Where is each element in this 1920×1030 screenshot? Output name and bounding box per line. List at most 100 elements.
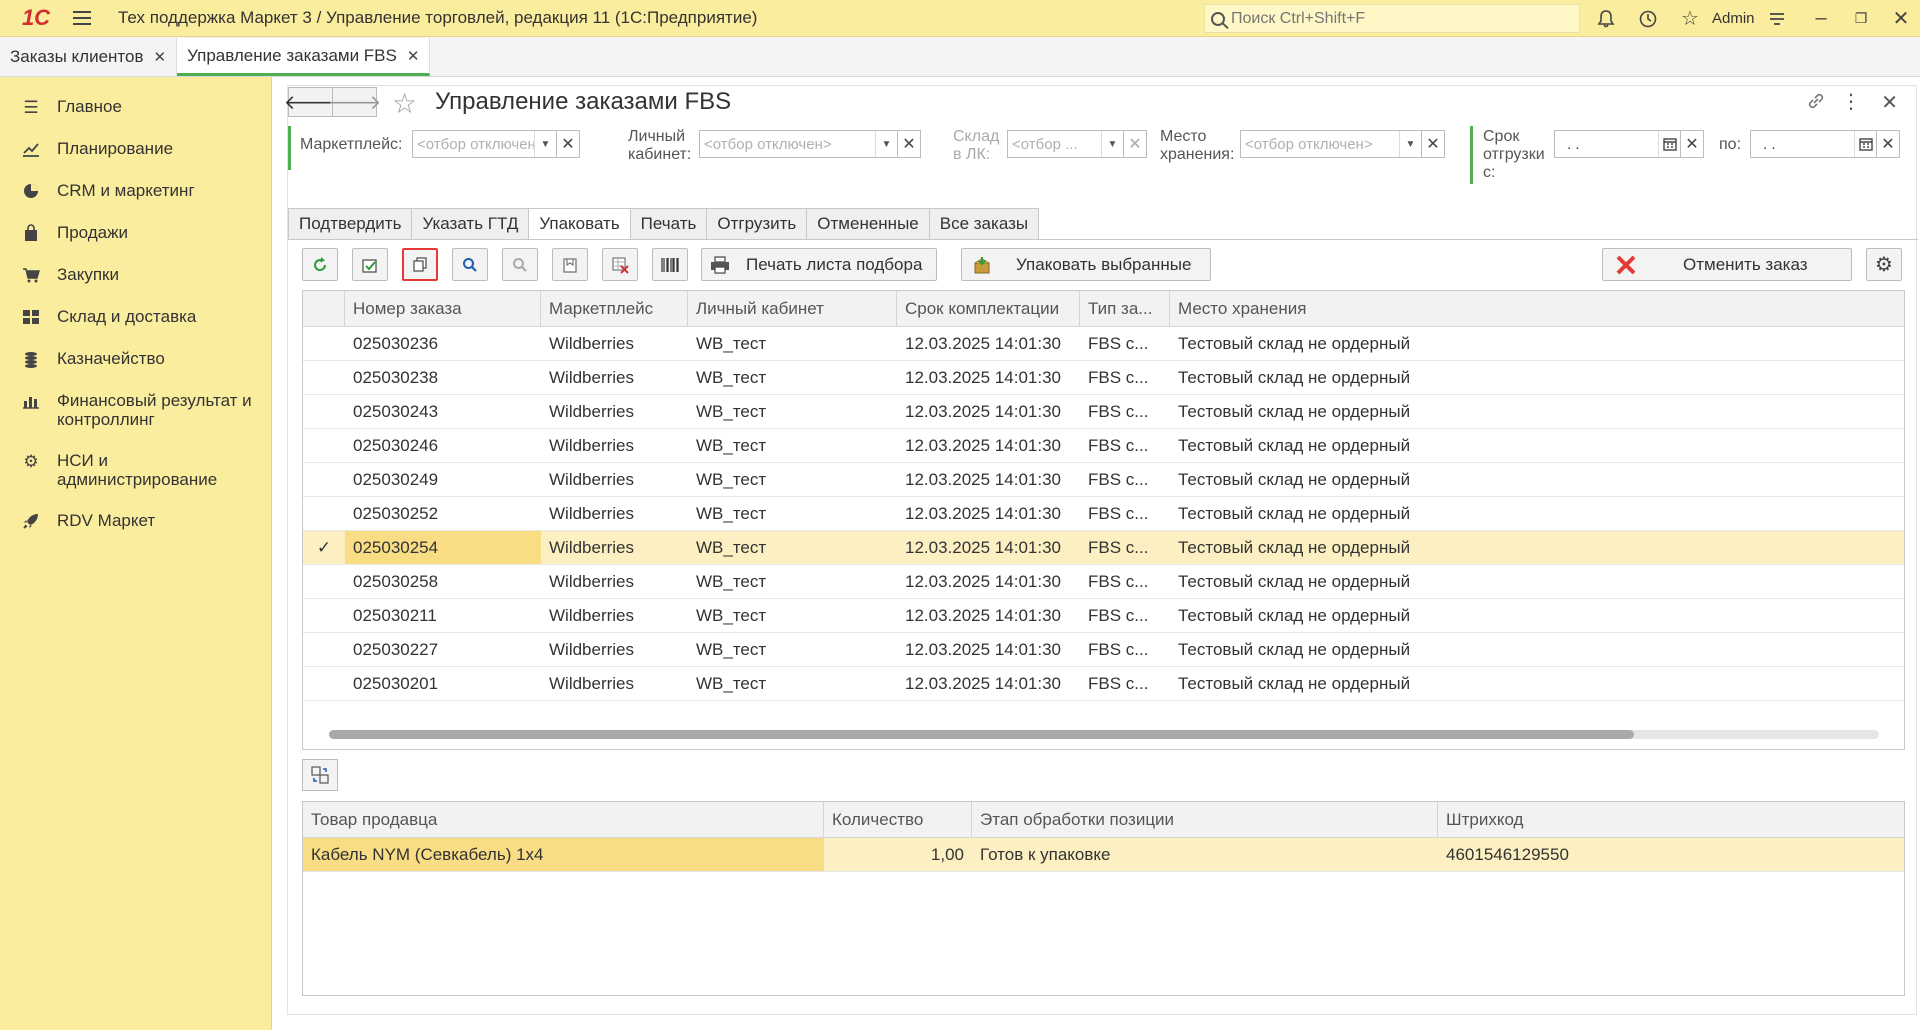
tab-all-orders[interactable]: Все заказы [928, 208, 1040, 240]
sidebar-item-admin[interactable]: ⚙ НСИ и администрирование [0, 439, 271, 499]
scrollbar-thumb[interactable] [329, 730, 1634, 739]
tab-confirm[interactable]: Подтвердить [288, 208, 413, 240]
search-button[interactable] [452, 248, 488, 281]
minimize-icon[interactable]: – [1806, 4, 1836, 33]
close-tab-icon[interactable]: ✕ [154, 48, 167, 66]
check-all-button[interactable] [352, 248, 388, 281]
settings-button[interactable]: ⚙ [1866, 248, 1902, 281]
table-row[interactable]: Кабель NYM (Севкабель) 1х4 1,00 Готов к уп… [303, 838, 1904, 872]
storage-clear-button[interactable]: ✕ [1421, 130, 1445, 158]
tab-ship[interactable]: Отгрузить [706, 208, 808, 240]
table-row[interactable]: 025030211 Wildberries WB_тест 12.03.2025 14… [303, 599, 1904, 633]
marketplace-filter-field[interactable]: <отбор отключен> ▼ [412, 130, 557, 158]
chevron-down-icon[interactable]: ▼ [875, 131, 897, 157]
column-header[interactable]: Товар продавца [303, 802, 824, 837]
table-row[interactable]: 025030227 Wildberries WB_тест 12.03.2025 14… [303, 633, 1904, 667]
table-row[interactable]: 025030238 Wildberries WB_тест 12.03.2025 14… [303, 361, 1904, 395]
tab-cancelled[interactable]: Отмененные [806, 208, 930, 240]
sidebar-item-crm[interactable]: CRM и маркетинг [0, 169, 271, 211]
sidebar-item-sales[interactable]: Продажи [0, 211, 271, 253]
row-check-cell[interactable] [303, 429, 345, 462]
refresh-button[interactable] [302, 248, 338, 281]
sidebar-item-planning[interactable]: Планирование [0, 127, 271, 169]
pack-selected-button[interactable]: Упаковать выбранные [961, 248, 1211, 281]
row-check-cell[interactable] [303, 667, 345, 700]
calendar-icon[interactable] [1658, 131, 1680, 157]
settings-menu-icon[interactable] [1762, 4, 1792, 33]
calendar-icon[interactable] [1854, 131, 1876, 157]
barcode-button[interactable] [652, 248, 688, 281]
row-check-cell[interactable]: ✓ [303, 531, 345, 564]
table-row[interactable]: 025030243 Wildberries WB_тест 12.03.2025 14… [303, 395, 1904, 429]
table-row[interactable]: 025030258 Wildberries WB_тест 12.03.2025 14… [303, 565, 1904, 599]
cancel-order-button[interactable]: Отменить заказ [1602, 248, 1852, 281]
sidebar-item-main[interactable]: ☰ Главное [0, 85, 271, 127]
app-logo[interactable]: 1С [10, 0, 62, 37]
row-check-cell[interactable] [303, 497, 345, 530]
search-box[interactable] [1204, 4, 1580, 33]
tab-specify-gtd[interactable]: Указать ГТД [411, 208, 530, 240]
column-header[interactable]: Номер заказа [345, 291, 541, 326]
table-row[interactable]: 025030246 Wildberries WB_тест 12.03.2025 14… [303, 429, 1904, 463]
column-header[interactable]: Количество [824, 802, 972, 837]
tab-print[interactable]: Печать [629, 208, 708, 240]
warehouse-filter-field[interactable]: <отбор ... ▼ [1007, 130, 1124, 158]
main-menu-icon[interactable] [66, 0, 98, 37]
column-header[interactable]: Этап обработки позиции [972, 802, 1438, 837]
history-icon[interactable] [1633, 4, 1663, 33]
cabinet-filter-field[interactable]: <отбор отключен> ▼ [699, 130, 898, 158]
close-form-icon[interactable]: ✕ [1881, 90, 1898, 115]
warehouse-clear-button[interactable]: ✕ [1123, 130, 1147, 158]
row-check-cell[interactable] [303, 395, 345, 428]
back-button[interactable]: 🡐 [284, 87, 337, 117]
tab-pack[interactable]: Упаковать [528, 208, 631, 240]
sidebar-item-rdv-market[interactable]: RDV Маркет [0, 499, 271, 541]
table-row[interactable]: ✓ 025030254 Wildberries WB_тест 12.03.2025 1… [303, 531, 1904, 565]
link-icon[interactable] [1806, 91, 1826, 117]
search-input[interactable] [1231, 9, 1531, 28]
storage-filter-field[interactable]: <отбор отключен> ▼ [1240, 130, 1422, 158]
delete-mark-button[interactable] [602, 248, 638, 281]
cabinet-clear-button[interactable]: ✕ [897, 130, 921, 158]
ship-from-date-field[interactable]: . . [1554, 130, 1681, 158]
row-check-cell[interactable] [303, 361, 345, 394]
column-header[interactable]: Тип за... [1080, 291, 1170, 326]
row-check-cell[interactable] [303, 463, 345, 496]
row-check-cell[interactable] [303, 599, 345, 632]
sidebar-item-warehouse[interactable]: Склад и доставка [0, 295, 271, 337]
column-header[interactable]: Личный кабинет [688, 291, 897, 326]
ship-from-clear-button[interactable]: ✕ [1680, 130, 1704, 158]
search-cancel-button[interactable] [502, 248, 538, 281]
favorites-star-icon[interactable]: ☆ [1675, 4, 1705, 33]
sidebar-item-finance[interactable]: Финансовый результат и контроллинг [0, 379, 271, 439]
ship-to-clear-button[interactable]: ✕ [1876, 130, 1900, 158]
close-tab-icon[interactable]: ✕ [407, 47, 420, 65]
table-row[interactable]: 025030252 Wildberries WB_тест 12.03.2025 14… [303, 497, 1904, 531]
package-button[interactable] [552, 248, 588, 281]
copy-button[interactable] [402, 248, 438, 281]
chevron-down-icon[interactable]: ▼ [1399, 131, 1421, 157]
bell-icon[interactable] [1591, 4, 1621, 33]
forward-button[interactable]: 🡒 [328, 87, 381, 117]
user-name[interactable]: Admin [1712, 10, 1755, 27]
more-icon[interactable]: ⋮ [1841, 89, 1861, 114]
column-header[interactable]: Маркетплейс [541, 291, 688, 326]
restore-icon[interactable]: ❐ [1846, 4, 1876, 33]
ship-to-date-field[interactable]: . . [1750, 130, 1877, 158]
doc-tab-client-orders[interactable]: Заказы клиентов ✕ [0, 38, 178, 76]
row-check-cell[interactable] [303, 565, 345, 598]
column-header[interactable]: Штрихкод [1438, 802, 1904, 837]
marketplace-clear-button[interactable]: ✕ [556, 130, 580, 158]
window-close-icon[interactable]: ✕ [1886, 4, 1916, 33]
sidebar-item-treasury[interactable]: Казначейство [0, 337, 271, 379]
chevron-down-icon[interactable]: ▼ [534, 131, 556, 157]
favorite-star-icon[interactable]: ☆ [392, 87, 417, 120]
table-row[interactable]: 025030201 Wildberries WB_тест 12.03.2025 14… [303, 667, 1904, 701]
sidebar-item-purchases[interactable]: Закупки [0, 253, 271, 295]
sync-button[interactable] [302, 759, 338, 791]
column-header[interactable]: Место хранения [1170, 291, 1904, 326]
column-header[interactable]: Срок комплектации [897, 291, 1080, 326]
print-pick-list-button[interactable]: Печать листа подбора [701, 248, 937, 281]
horizontal-scrollbar[interactable] [329, 730, 1879, 739]
table-row[interactable]: 025030236 Wildberries WB_тест 12.03.2025 14… [303, 327, 1904, 361]
